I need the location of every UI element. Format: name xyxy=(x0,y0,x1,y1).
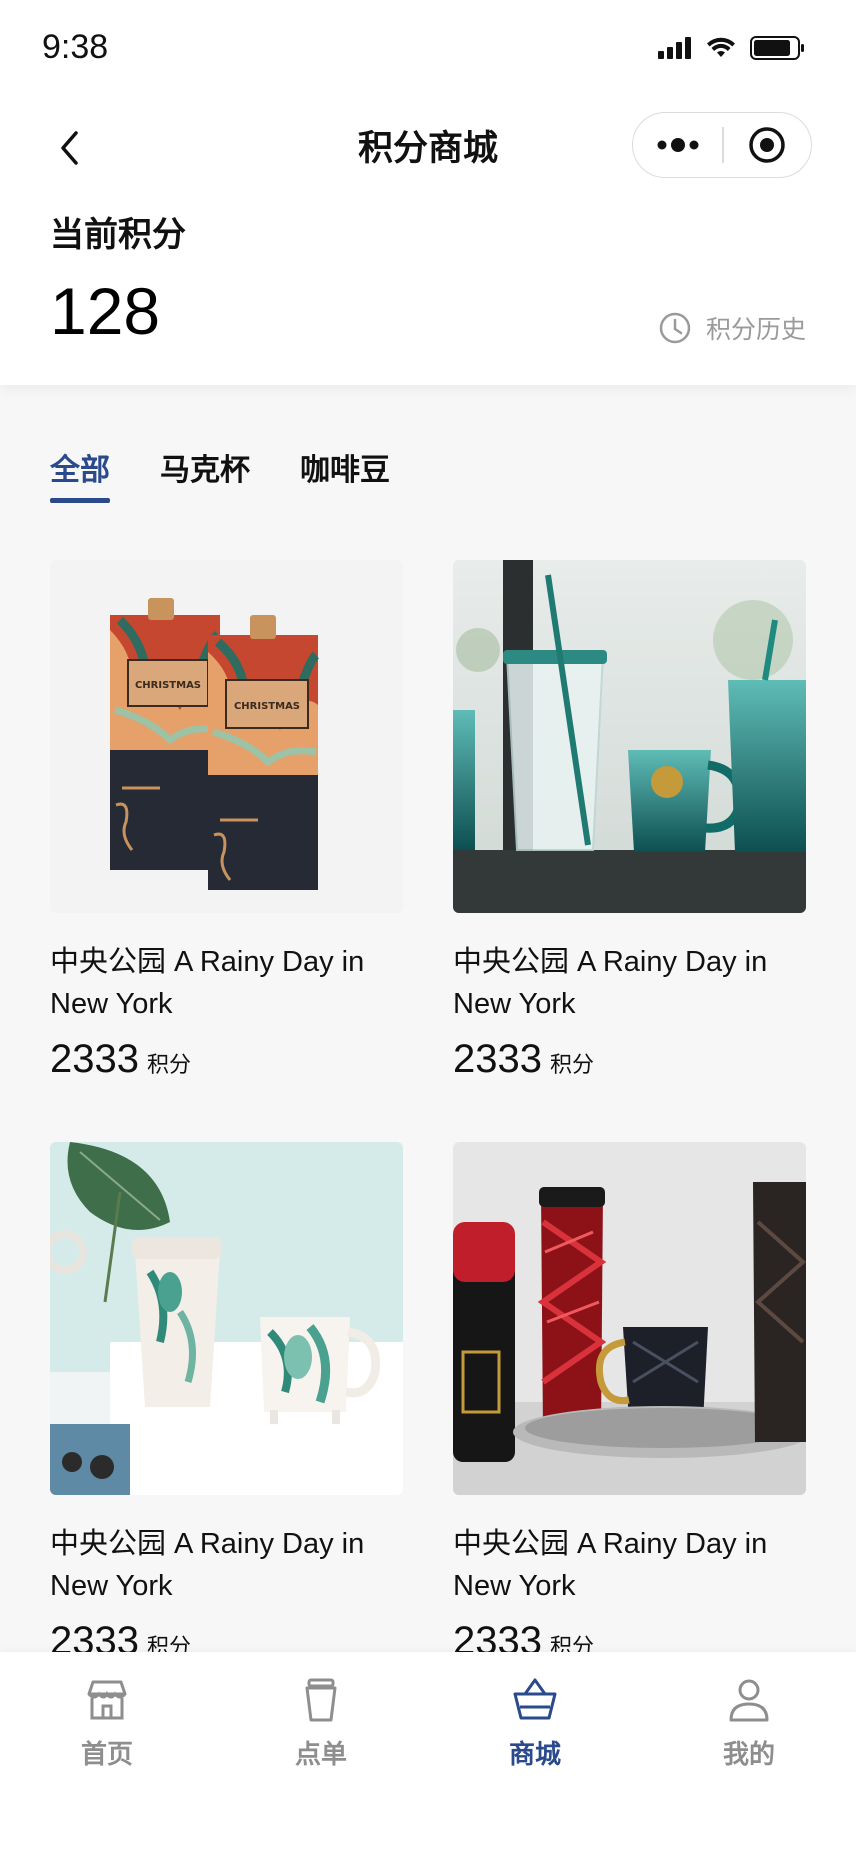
more-menu-button[interactable] xyxy=(633,113,722,177)
product-name: 中央公园 A Rainy Day in New York xyxy=(50,1528,365,1602)
product-image-leaf-pattern-mugs xyxy=(50,1142,403,1495)
product-price-unit: 积分 xyxy=(146,1053,191,1078)
product-name: 中央公园 A Rainy Day in New York xyxy=(453,946,768,1020)
tab-all[interactable]: 全部 xyxy=(50,445,110,503)
svg-text:CHRISTMAS: CHRISTMAS xyxy=(234,701,300,712)
points-history-link[interactable]: 积分历史 xyxy=(658,310,806,346)
product-price-unit: 积分 xyxy=(549,1053,594,1078)
tabbar-label: 商城 xyxy=(508,1740,561,1770)
tabbar-item-order[interactable]: 点单 xyxy=(214,1652,428,1852)
basket-icon xyxy=(513,1678,557,1720)
clock-icon xyxy=(659,312,691,344)
status-time: 9:38 xyxy=(42,28,109,66)
tabbar-item-mall[interactable]: 商城 xyxy=(428,1652,642,1852)
tab-mugs[interactable]: 马克杯 xyxy=(160,445,250,503)
points-history-label: 积分历史 xyxy=(705,315,806,344)
product-price-value: 2333 xyxy=(50,1037,139,1081)
nav-bar: 积分商城 xyxy=(0,100,856,195)
product-price: 2333 积分 xyxy=(50,1037,403,1082)
user-icon xyxy=(729,1679,769,1722)
close-mini-program-button[interactable] xyxy=(724,113,811,177)
product-image-red-black-tumblers xyxy=(453,1142,806,1495)
tabbar-label: 点单 xyxy=(294,1740,347,1770)
product-image-teal-glass-cups xyxy=(453,560,806,913)
wifi-icon xyxy=(707,37,735,57)
status-bar: 9:38 xyxy=(0,0,856,100)
product-price-value: 2333 xyxy=(453,1037,542,1081)
tabbar-item-home[interactable]: 首页 xyxy=(0,1652,214,1852)
tabbar-item-profile[interactable]: 我的 xyxy=(642,1652,856,1852)
tabbar-label: 首页 xyxy=(80,1740,133,1770)
product-price: 2333 积分 xyxy=(453,1037,806,1082)
product-card[interactable]: 中央公园 A Rainy Day in New York 2333 积分 xyxy=(453,1142,806,1664)
bottom-tab-bar: 首页 点单 商城 我的 xyxy=(0,1652,856,1852)
tabbar-label: 我的 xyxy=(722,1740,775,1770)
svg-text:CHRISTMAS: CHRISTMAS xyxy=(135,680,201,691)
points-value: 128 xyxy=(50,274,161,348)
product-name: 中央公园 A Rainy Day in New York xyxy=(50,946,365,1020)
product-grid: CHRISTMAS CHRISTMAS 中央公园 A Rainy Day in … xyxy=(50,560,806,1664)
battery-icon xyxy=(750,36,804,60)
product-image-christmas-coffee-bags: CHRISTMAS CHRISTMAS xyxy=(50,560,403,913)
product-card[interactable]: 中央公园 A Rainy Day in New York 2333 积分 xyxy=(453,560,806,1082)
tab-coffee-beans[interactable]: 咖啡豆 xyxy=(300,445,390,503)
status-icons xyxy=(658,36,806,60)
store-icon xyxy=(87,1680,127,1720)
target-close-icon xyxy=(749,127,786,163)
more-dots-icon xyxy=(657,138,698,152)
signal-icon xyxy=(658,37,691,59)
points-summary: 当前积分 128 积分历史 xyxy=(0,195,856,385)
product-card[interactable]: CHRISTMAS CHRISTMAS 中央公园 A Rainy Day in … xyxy=(50,560,403,1082)
points-label: 当前积分 xyxy=(50,215,186,255)
mini-program-capsule xyxy=(632,112,812,178)
cup-icon xyxy=(305,1678,337,1722)
product-name: 中央公园 A Rainy Day in New York xyxy=(453,1528,768,1602)
category-tabs: 全部 马克杯 咖啡豆 xyxy=(50,445,390,503)
product-card[interactable]: 中央公园 A Rainy Day in New York 2333 积分 xyxy=(50,1142,403,1664)
